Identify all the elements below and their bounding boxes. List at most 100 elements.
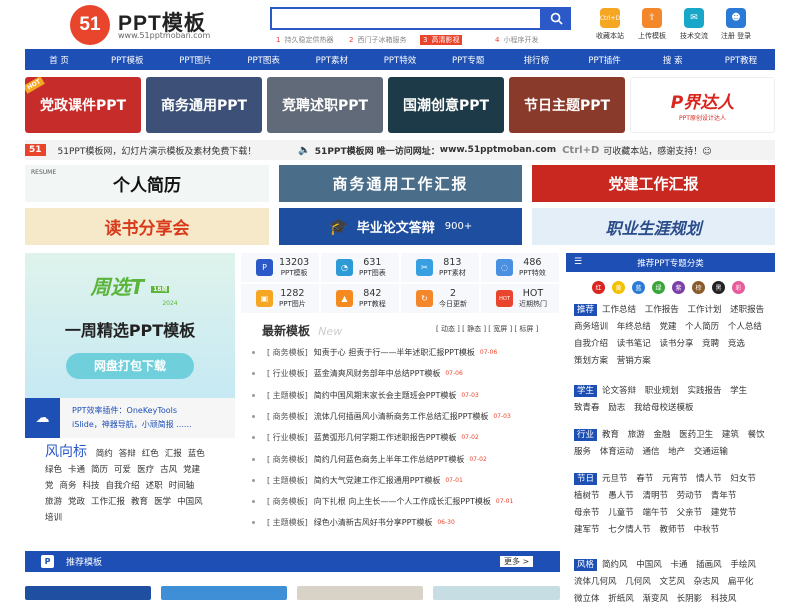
news-item[interactable]: [ 主题模板] 绿色小清新古风好书分享PPT模板 06-30: [252, 512, 552, 533]
promo-career[interactable]: 职业生涯规划: [532, 208, 775, 245]
search-input[interactable]: [270, 7, 542, 30]
topic-link[interactable]: 职业规划: [645, 386, 679, 396]
topic-link[interactable]: 中秋节: [694, 525, 720, 535]
topic-link[interactable]: 教育: [602, 430, 619, 440]
trend-tag[interactable]: 红色: [142, 446, 159, 462]
topic-link[interactable]: 餐饮: [748, 430, 765, 440]
topic-link[interactable]: 清明节: [642, 491, 668, 501]
nav-ppt-chart[interactable]: PPT图表: [230, 49, 298, 70]
bookmark-button[interactable]: Ctrl+D 收藏本站: [590, 8, 630, 41]
topic-link[interactable]: 七夕情人节: [608, 525, 651, 535]
topic-link[interactable]: 年终总结: [617, 322, 651, 332]
news-category[interactable]: [ 商务模板]: [267, 347, 308, 358]
trend-tag[interactable]: 医学: [154, 494, 171, 510]
trend-tag[interactable]: 简约: [96, 446, 113, 462]
topic-link[interactable]: 长阴影: [677, 594, 703, 604]
news-category[interactable]: [ 商务模板]: [267, 411, 308, 422]
trend-tag[interactable]: 汇报: [165, 446, 182, 462]
topic-link[interactable]: 插画风: [696, 560, 722, 570]
nav-ppt-template[interactable]: PPT模板: [93, 49, 161, 70]
trend-tag[interactable]: 教育: [131, 494, 148, 510]
banner-pjie-daren[interactable]: P界达人 PPT原创设计达人: [630, 77, 775, 133]
news-item[interactable]: [ 商务模板] 流体几何插画风小清新商务工作总结汇报PPT模板 07-03: [252, 406, 552, 427]
topic-link[interactable]: 流体几何风: [574, 577, 617, 587]
weekly-picks-card[interactable]: 周选T 18周 2024 一周精选PPT模板 网盘打包下载: [25, 253, 235, 398]
topic-link[interactable]: 科技风: [711, 594, 737, 604]
topic-link[interactable]: 渐变风: [642, 594, 668, 604]
color-filter[interactable]: 绿: [652, 281, 665, 294]
news-title[interactable]: 简约几何蓝色商务上半年工作总结PPT模板: [314, 454, 465, 465]
template-thumbnail[interactable]: [433, 586, 560, 600]
color-filter[interactable]: 黄: [612, 281, 625, 294]
discussion-button[interactable]: ✉ 技术交流: [674, 8, 714, 41]
topic-link[interactable]: 简约风: [602, 560, 628, 570]
topic-link[interactable]: 端午节: [642, 508, 668, 518]
weekly-download-button[interactable]: 网盘打包下载: [66, 353, 194, 379]
topic-link[interactable]: 几何风: [625, 577, 651, 587]
topic-link[interactable]: 卡通: [670, 560, 687, 570]
stat-ppt-template[interactable]: P 13203 PPT模板: [241, 253, 319, 282]
news-title[interactable]: 向下扎根 向上生长——个人工作成长汇报PPT模板: [314, 496, 491, 507]
topic-link[interactable]: 我给母校送模板: [634, 403, 694, 413]
topic-link[interactable]: 实践报告: [687, 386, 721, 396]
trend-tag[interactable]: 科技: [83, 478, 100, 494]
topic-link[interactable]: 儿童节: [608, 508, 634, 518]
trend-tag[interactable]: 简历: [91, 462, 108, 478]
notice-url[interactable]: www.51pptmoban.com: [440, 145, 556, 155]
topic-link[interactable]: 学生: [730, 386, 747, 396]
login-button[interactable]: ☻ 注册 登录: [716, 8, 756, 41]
topic-link[interactable]: 植树节: [574, 491, 600, 501]
topic-link[interactable]: 建军节: [574, 525, 600, 535]
nav-ranking[interactable]: 排行榜: [502, 49, 570, 70]
trend-tag[interactable]: 时间轴: [169, 478, 195, 494]
topic-link[interactable]: 手绘风: [730, 560, 756, 570]
topic-link[interactable]: 商务培训: [574, 322, 608, 332]
logo-mark[interactable]: 51: [70, 5, 110, 45]
topic-link[interactable]: 母亲节: [574, 508, 600, 518]
search-button[interactable]: [542, 7, 571, 30]
color-filter[interactable]: 彩: [732, 281, 745, 294]
trend-tag[interactable]: 培训: [45, 510, 62, 526]
topic-link[interactable]: 教师节: [659, 525, 685, 535]
topic-link[interactable]: 党建: [659, 322, 676, 332]
topic-link[interactable]: 金融: [653, 430, 670, 440]
topic-link[interactable]: 工作报告: [645, 305, 679, 315]
banner-guochao[interactable]: 国潮创意PPT: [388, 77, 504, 133]
trend-tag[interactable]: 商务: [60, 478, 77, 494]
topic-link[interactable]: 竞聘: [702, 339, 719, 349]
nav-ppt-plugin[interactable]: PPT插件: [571, 49, 639, 70]
trend-tag[interactable]: 医疗: [137, 462, 154, 478]
trend-tag[interactable]: 自我介绍: [106, 478, 140, 494]
topic-link[interactable]: 中国风: [636, 560, 662, 570]
topic-link[interactable]: 交通运输: [694, 447, 728, 457]
topic-link[interactable]: 工作计划: [687, 305, 721, 315]
nav-ppt-effect[interactable]: PPT特效: [366, 49, 434, 70]
news-title[interactable]: 绿色小清新古风好书分享PPT模板: [314, 517, 433, 528]
topic-link[interactable]: 妇女节: [730, 474, 756, 484]
hot-search-tag[interactable]: 3 高清影视: [420, 35, 463, 45]
trend-tag[interactable]: 古风: [160, 462, 177, 478]
color-filter[interactable]: 紫: [672, 281, 685, 294]
news-title[interactable]: 流体几何插画风小清新商务工作总结汇报PPT模板: [314, 411, 489, 422]
stat-pie-chart[interactable]: ◔ 631 PPT图表: [321, 253, 399, 282]
topic-link[interactable]: 扁平化: [728, 577, 754, 587]
topic-link[interactable]: 微立体: [574, 594, 600, 604]
promo-thesis[interactable]: 🎓 毕业论文答辩 900+: [279, 208, 522, 245]
news-title[interactable]: 蓝金清爽风财务部年中总结PPT模板: [314, 368, 441, 379]
color-filter[interactable]: 黑: [712, 281, 725, 294]
nav-ppt-image[interactable]: PPT图片: [161, 49, 229, 70]
trend-tag[interactable]: 党建: [183, 462, 200, 478]
promo-business-report[interactable]: 商务通用工作汇报: [279, 165, 522, 202]
topic-link[interactable]: 通信: [642, 447, 659, 457]
news-category[interactable]: [ 行业模板]: [267, 368, 308, 379]
news-item[interactable]: [ 商务模板] 知责于心 担责于行——半年述职汇报PPT模板 07-06: [252, 342, 552, 363]
trend-tag[interactable]: 党政: [68, 494, 85, 510]
template-thumbnail[interactable]: [161, 586, 287, 600]
plugin-card[interactable]: ☁ PPT效率插件：OneKeyTools iSlide，神器导航，小顽简报 .…: [25, 398, 235, 438]
topic-link[interactable]: 述职报告: [730, 305, 764, 315]
news-item[interactable]: [ 主题模板] 简约中国风期末家长会主题班会PPT模板 07-03: [252, 385, 552, 406]
topic-link[interactable]: 服务: [574, 447, 591, 457]
trend-tag[interactable]: 中国风: [177, 494, 203, 510]
topic-link[interactable]: 劳动节: [677, 491, 703, 501]
topic-link[interactable]: 建筑: [722, 430, 739, 440]
